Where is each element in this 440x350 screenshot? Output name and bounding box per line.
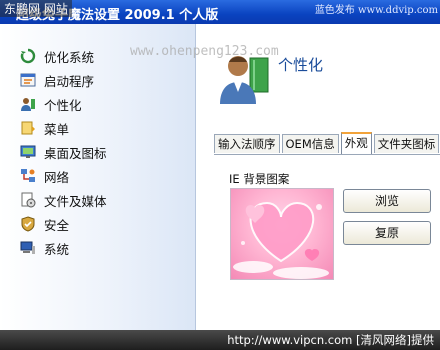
footer-watermark: http://www.vipcn.com [清风网络]提供 xyxy=(227,333,434,347)
section-title: 个性化 xyxy=(278,56,324,74)
sidebar-item-label: 菜单 xyxy=(44,121,70,137)
recycle-icon xyxy=(20,48,36,64)
restore-button[interactable]: 复原 xyxy=(343,221,431,245)
sidebar-item-system[interactable]: 系统 xyxy=(20,236,107,260)
media-icon xyxy=(20,192,36,208)
tab-folder-icon[interactable]: 文件夹图标 xyxy=(373,134,440,153)
tab-bar: 输入法顺序 OEM信息 外观 文件夹图标 xyxy=(214,132,440,154)
footer-bar: http://www.vipcn.com [清风网络]提供 xyxy=(0,330,440,350)
tab-appearance[interactable]: 外观 xyxy=(340,132,372,154)
desktop-icon xyxy=(20,144,36,160)
sidebar-item-security[interactable]: 安全 xyxy=(20,212,107,236)
sidebar-item-label: 系统 xyxy=(44,241,70,257)
computer-icon xyxy=(20,240,36,256)
tab-oem-info[interactable]: OEM信息 xyxy=(281,134,339,153)
sidebar-item-startup[interactable]: 启动程序 xyxy=(20,68,107,92)
sidebar-item-label: 安全 xyxy=(44,217,70,233)
watermark-top-right: 蓝色发布 www.ddvip.com xyxy=(314,5,438,16)
ie-background-preview xyxy=(230,188,334,280)
sidebar-item-optimize[interactable]: 优化系统 xyxy=(20,44,107,68)
sidebar-nav: 优化系统 启动程序 个性化 菜单 桌面及图标 网络 文件及媒体 安全 系统 xyxy=(20,44,107,260)
startup-icon xyxy=(20,72,36,88)
sidebar-item-menu[interactable]: 菜单 xyxy=(20,116,107,140)
sidebar-item-personalize[interactable]: 个性化 xyxy=(20,92,107,116)
tab-input-order[interactable]: 输入法顺序 xyxy=(214,134,280,153)
ie-background-label: IE 背景图案 xyxy=(229,172,290,186)
title-bar: 超级兔子魔法设置 2009.1 个人版 东鹏网 网站 蓝色发布 www.ddvi… xyxy=(0,0,440,24)
sidebar-item-label: 网络 xyxy=(44,169,70,185)
shield-icon xyxy=(20,216,36,232)
browse-button[interactable]: 浏览 xyxy=(343,189,431,213)
sidebar-item-label: 个性化 xyxy=(44,97,82,113)
sidebar-item-media[interactable]: 文件及媒体 xyxy=(20,188,107,212)
sidebar: 优化系统 启动程序 个性化 菜单 桌面及图标 网络 文件及媒体 安全 系统 xyxy=(0,24,196,330)
watermark-top-left: 东鹏网 网站 xyxy=(0,0,72,17)
person-icon xyxy=(20,96,36,112)
sidebar-item-desktop[interactable]: 桌面及图标 xyxy=(20,140,107,164)
network-icon xyxy=(20,168,36,184)
sidebar-item-label: 启动程序 xyxy=(44,73,95,89)
menu-icon xyxy=(20,120,36,136)
sidebar-item-label: 桌面及图标 xyxy=(44,145,107,161)
sidebar-item-label: 文件及媒体 xyxy=(44,193,107,209)
sidebar-item-network[interactable]: 网络 xyxy=(20,164,107,188)
person-book-icon xyxy=(218,50,272,109)
sidebar-item-label: 优化系统 xyxy=(44,49,95,65)
